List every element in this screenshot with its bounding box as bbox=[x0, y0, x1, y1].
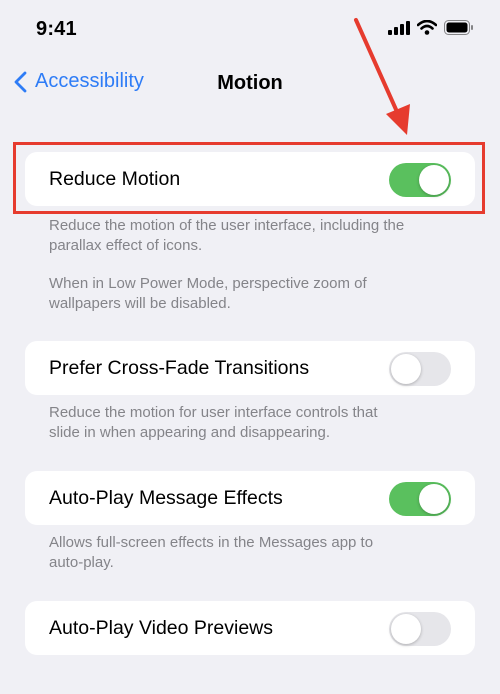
auto-play-message-effects-footnote: Allows full-screen effects in the Messag… bbox=[49, 534, 374, 571]
toggle-knob bbox=[419, 484, 449, 514]
page-title: Motion bbox=[217, 72, 283, 94]
toggle-knob bbox=[391, 614, 421, 644]
auto-play-video-previews-label: Auto-Play Video Previews bbox=[49, 617, 274, 639]
prefer-cross-fade-footnote: Reduce the motion for user interface con… bbox=[49, 404, 378, 441]
reduce-motion-label: Reduce Motion bbox=[49, 168, 181, 190]
reduce-motion-row: Reduce Motion bbox=[25, 152, 475, 206]
auto-play-message-effects-toggle[interactable] bbox=[389, 482, 451, 516]
navigation-bar: Accessibility Motion bbox=[0, 60, 500, 112]
auto-play-message-effects-label: Auto-Play Message Effects bbox=[49, 487, 283, 509]
status-bar: 9:41 bbox=[0, 0, 500, 60]
toggle-knob bbox=[419, 165, 449, 195]
reduce-motion-footnote: Reduce the motion of the user interface,… bbox=[49, 217, 405, 312]
auto-play-video-previews-toggle[interactable] bbox=[389, 612, 451, 646]
cellular-signal-icon bbox=[388, 20, 410, 40]
battery-icon bbox=[444, 20, 474, 40]
prefer-cross-fade-label: Prefer Cross-Fade Transitions bbox=[49, 357, 310, 379]
prefer-cross-fade-toggle[interactable] bbox=[389, 352, 451, 386]
auto-play-message-effects-row: Auto-Play Message Effects bbox=[25, 471, 475, 525]
reduce-motion-toggle[interactable] bbox=[389, 163, 451, 197]
status-icons bbox=[388, 19, 474, 40]
status-time: 9:41 bbox=[36, 18, 77, 40]
toggle-knob bbox=[391, 354, 421, 384]
prefer-cross-fade-row: Prefer Cross-Fade Transitions bbox=[25, 341, 475, 395]
auto-play-video-previews-row: Auto-Play Video Previews bbox=[25, 601, 475, 655]
wifi-icon bbox=[416, 19, 438, 40]
